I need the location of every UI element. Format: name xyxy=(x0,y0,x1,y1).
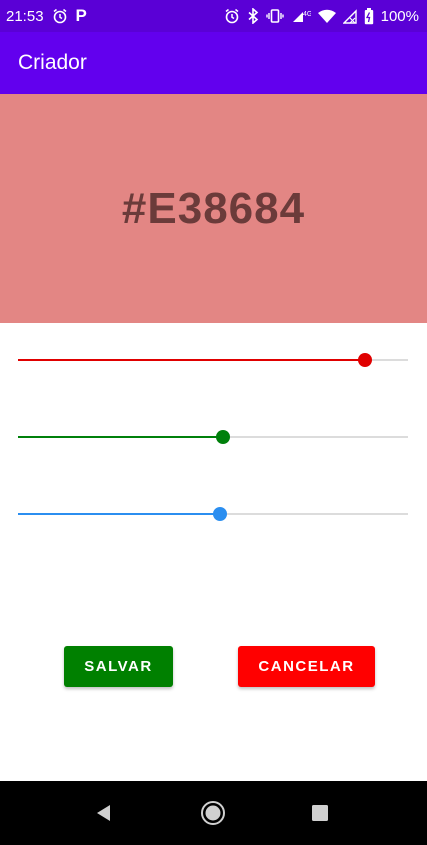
slider-thumb[interactable] xyxy=(215,430,230,444)
red-slider[interactable] xyxy=(18,350,408,370)
bluetooth-icon xyxy=(247,8,259,24)
blue-slider[interactable] xyxy=(18,504,408,524)
app-title: Criador xyxy=(18,51,87,74)
slider-thumb[interactable] xyxy=(212,507,227,521)
vibrate-icon xyxy=(265,8,284,24)
slider-fill xyxy=(18,359,366,361)
alarm-icon xyxy=(52,8,68,24)
battery-icon xyxy=(364,7,374,25)
signal-icon: 4G xyxy=(291,8,311,24)
back-icon xyxy=(97,805,110,821)
home-icon xyxy=(201,801,225,825)
back-button[interactable] xyxy=(74,781,134,845)
status-time: 21:53 xyxy=(6,7,44,25)
network-type: 4G xyxy=(303,11,311,18)
p-icon: P xyxy=(75,6,87,25)
wifi-icon xyxy=(317,9,336,24)
recents-button[interactable] xyxy=(290,781,350,845)
color-preview: #E38684 xyxy=(0,94,427,323)
no-signal-icon xyxy=(342,8,357,24)
hex-label: #E38684 xyxy=(121,183,306,233)
status-bar: 21:53 P 4G 100% xyxy=(0,0,427,32)
save-button[interactable]: SALVAR xyxy=(64,646,173,687)
navigation-bar xyxy=(0,781,427,845)
slider-fill xyxy=(18,436,223,438)
recents-icon xyxy=(312,805,328,821)
home-button[interactable] xyxy=(183,781,243,845)
cancel-button[interactable]: CANCELAR xyxy=(238,646,375,687)
app-bar: Criador xyxy=(0,32,427,94)
green-slider[interactable] xyxy=(18,427,408,447)
slider-thumb[interactable] xyxy=(358,353,373,367)
slider-fill xyxy=(18,513,220,515)
alarm-icon xyxy=(224,8,240,24)
battery-percent: 100% xyxy=(380,7,419,25)
